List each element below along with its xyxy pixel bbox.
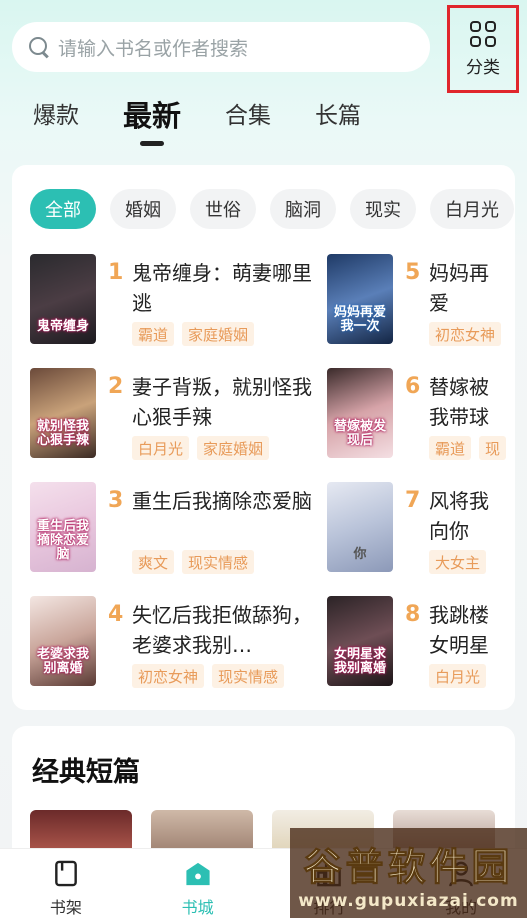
nav-bookshelf[interactable]: 书架 (0, 849, 132, 918)
filter-chips: 全部 婚姻 世俗 脑洞 现实 白月光 (30, 189, 515, 229)
tab-long[interactable]: 长篇 (315, 98, 361, 134)
book-item[interactable]: 替嫁被发现后 6 替嫁被我带球 霸道 现 (327, 368, 515, 460)
tab-collection[interactable]: 合集 (225, 98, 271, 134)
book-item[interactable]: 鬼帝缠身 1 鬼帝缠身：萌妻哪里逃 霸道 家庭婚姻 (30, 254, 312, 346)
book-title: 我跳楼女明星 (429, 603, 489, 657)
watermark-url: www.gupuxiazai.com (298, 890, 519, 911)
search-bar[interactable]: 请输入书名或作者搜索 (12, 22, 430, 72)
category-label: 分类 (466, 57, 500, 78)
book-tags: 白月光 (429, 664, 494, 688)
filter-chip-all[interactable]: 全部 (30, 189, 96, 229)
tab-bar: 爆款 最新 合集 长篇 (33, 98, 405, 134)
rank-number: 8 (405, 602, 421, 627)
book-item[interactable]: 重生后我摘除恋爱脑 3 重生后我摘除恋爱脑 爽文 现实情感 (30, 482, 312, 574)
watermark-title: 谷普软件园 (303, 844, 514, 889)
tag: 现实情感 (182, 550, 255, 574)
tab-newest[interactable]: 最新 (123, 98, 181, 134)
book-title: 风将我向你 (429, 489, 489, 543)
newest-list-card: 全部 婚姻 世俗 脑洞 现实 白月光 鬼帝缠身 1 鬼帝缠身：萌妻哪里逃 霸道 … (12, 165, 515, 710)
rank-number: 7 (405, 488, 421, 513)
book-item[interactable]: 老婆求我别离婚 4 失忆后我拒做舔狗，老婆求我别… 初恋女神 现实情感 (30, 596, 312, 688)
book-title: 鬼帝缠身：萌妻哪里逃 (132, 261, 312, 315)
tag: 爽文 (132, 550, 175, 574)
book-cover: 妈妈再爱我一次 (327, 254, 393, 344)
rank-number: 4 (108, 602, 124, 627)
book-tags: 大女主 (429, 550, 494, 574)
book-cover: 鬼帝缠身 (30, 254, 96, 344)
rank-number: 3 (108, 488, 124, 513)
tag: 现实情感 (212, 664, 285, 688)
filter-chip-secular[interactable]: 世俗 (190, 189, 256, 229)
filter-chip-reality[interactable]: 现实 (350, 189, 416, 229)
book-tags: 霸道 现 (429, 436, 514, 460)
book-cover: 女明星求我别离婚 (327, 596, 393, 686)
nav-bookstore[interactable]: 书城 (132, 849, 264, 918)
tag: 白月光 (429, 664, 487, 688)
tag: 大女主 (429, 550, 487, 574)
tag: 霸道 (132, 322, 175, 346)
rank-number: 5 (405, 260, 421, 285)
book-item[interactable]: 妈妈再爱我一次 5 妈妈再爱 初恋女神 (327, 254, 515, 346)
filter-chip-marriage[interactable]: 婚姻 (110, 189, 176, 229)
book-tags: 白月光 家庭婚姻 (132, 436, 277, 460)
book-title: 妈妈再爱 (429, 261, 489, 315)
book-title: 替嫁被我带球 (429, 375, 489, 429)
bookstore-icon (186, 862, 210, 886)
book-item[interactable]: 女明星求我别离婚 8 我跳楼女明星 白月光 (327, 596, 515, 688)
book-item[interactable]: 你 7 风将我向你 大女主 (327, 482, 515, 574)
tag: 家庭婚姻 (197, 436, 270, 460)
tag: 霸道 (429, 436, 472, 460)
book-cover: 重生后我摘除恋爱脑 (30, 482, 96, 572)
nav-label: 书架 (49, 898, 82, 917)
book-tags: 爽文 现实情感 (132, 550, 262, 574)
tag: 初恋女神 (429, 322, 502, 346)
book-tags: 初恋女神 现实情感 (132, 664, 292, 688)
rank-number: 1 (108, 260, 124, 285)
search-icon (28, 36, 50, 58)
bookshelf-icon (55, 860, 77, 887)
tab-hot[interactable]: 爆款 (33, 98, 79, 134)
site-watermark: 谷普软件园 www.gupuxiazai.com (290, 828, 527, 918)
book-cover: 你 (327, 482, 393, 572)
tag: 现 (479, 436, 507, 460)
book-cover: 替嫁被发现后 (327, 368, 393, 458)
book-tags: 霸道 家庭婚姻 (132, 322, 262, 346)
book-cover: 就别怪我心狠手辣 (30, 368, 96, 458)
filter-chip-imagination[interactable]: 脑洞 (270, 189, 336, 229)
book-title: 失忆后我拒做舔狗，老婆求我别… (132, 603, 312, 657)
search-placeholder: 请输入书名或作者搜索 (58, 37, 249, 60)
book-item[interactable]: 就别怪我心狠手辣 2 妻子背叛，就别怪我心狠手辣 白月光 家庭婚姻 (30, 368, 312, 460)
nav-label: 书城 (181, 898, 214, 917)
tag: 初恋女神 (132, 664, 205, 688)
book-tags: 初恋女神 (429, 322, 509, 346)
rank-number: 2 (108, 374, 124, 399)
book-title: 重生后我摘除恋爱脑 (132, 489, 312, 513)
grid-icon (470, 20, 496, 47)
section-title: 经典短篇 (32, 757, 140, 788)
category-button[interactable]: 分类 (447, 5, 519, 93)
tag: 白月光 (132, 436, 190, 460)
filter-chip-white-moonlight[interactable]: 白月光 (430, 189, 514, 229)
tag: 家庭婚姻 (182, 322, 255, 346)
book-cover: 老婆求我别离婚 (30, 596, 96, 686)
rank-number: 6 (405, 374, 421, 399)
book-title: 妻子背叛，就别怪我心狠手辣 (132, 375, 312, 429)
